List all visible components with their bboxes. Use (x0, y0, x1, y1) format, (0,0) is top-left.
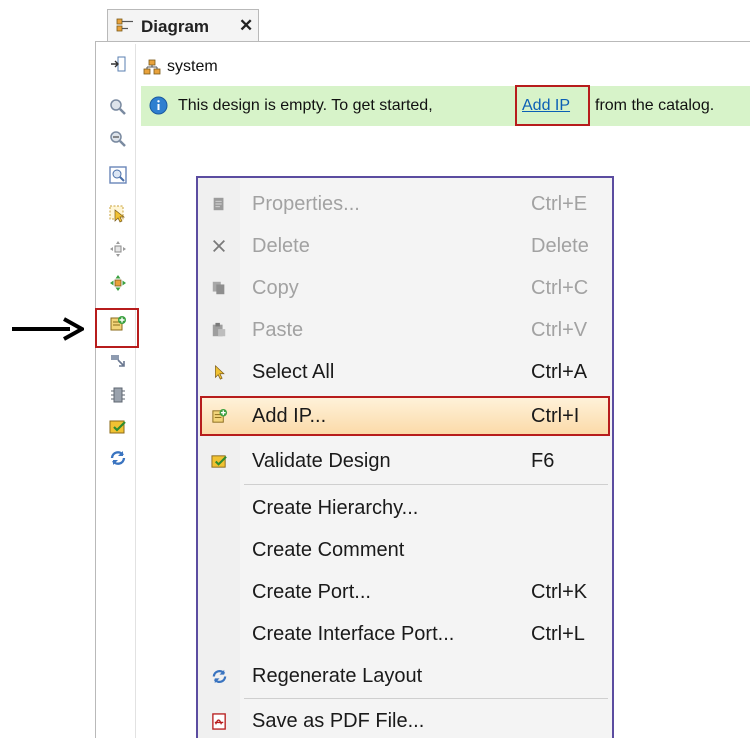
menu-item-shortcut: Ctrl+E (531, 193, 588, 215)
menu-item-label: Create Comment (252, 539, 405, 561)
menu-item-label: Add IP... (252, 405, 327, 427)
diagram-icon (116, 18, 133, 32)
breadcrumb[interactable]: system (143, 56, 218, 78)
menu-item-create-hierarchy[interactable]: Create Hierarchy... (200, 488, 610, 528)
menu-item-delete[interactable]: Delete Delete (200, 226, 610, 266)
breadcrumb-label: system (167, 58, 218, 75)
select-area-icon[interactable] (108, 204, 128, 224)
close-icon[interactable]: ✕ (239, 16, 253, 36)
menu-item-shortcut: F6 (531, 450, 555, 472)
zoom-fit-icon[interactable] (108, 165, 128, 185)
delete-icon (210, 237, 228, 255)
move-icon[interactable] (108, 239, 128, 259)
context-menu: Properties... Ctrl+E Delete Delete Copy … (196, 176, 614, 738)
make-external-icon[interactable] (108, 350, 128, 370)
menu-item-label: Copy (252, 277, 299, 299)
hierarchy-icon (143, 59, 161, 75)
paste-icon (210, 321, 228, 339)
add-ip-icon (210, 407, 228, 425)
menu-item-shortcut: Ctrl+I (531, 405, 580, 427)
menu-item-shortcut: Ctrl+K (531, 581, 588, 603)
menu-item-label: Paste (252, 319, 304, 341)
menu-item-shortcut: Ctrl+L (531, 623, 585, 645)
menu-item-label: Select All (252, 361, 335, 383)
menu-item-create-port[interactable]: Create Port... Ctrl+K (200, 572, 610, 612)
menu-item-shortcut: Ctrl+V (531, 319, 588, 341)
menu-item-shortcut: Delete (531, 235, 589, 257)
menu-item-validate-design[interactable]: Validate Design F6 (200, 441, 610, 481)
validate-icon[interactable] (108, 417, 128, 437)
add-ip-toolbar-highlight (95, 308, 139, 348)
menu-item-label: Create Port... (252, 581, 371, 603)
pointer-arrow-icon (12, 317, 84, 341)
menu-item-label: Properties... (252, 193, 360, 215)
diagram-tab[interactable]: Diagram ✕ (107, 9, 259, 42)
menu-item-paste[interactable]: Paste Ctrl+V (200, 310, 610, 350)
menu-item-create-interface-port[interactable]: Create Interface Port... Ctrl+L (200, 614, 610, 654)
diagram-toolbar (97, 44, 136, 738)
menu-item-label: Save as PDF File... (252, 710, 425, 732)
menu-item-save-as-pdf[interactable]: Save as PDF File... (200, 701, 610, 741)
validate-icon (210, 452, 228, 470)
run-automation-icon[interactable] (108, 385, 128, 405)
tab-title: Diagram (141, 17, 210, 36)
menu-separator (244, 698, 608, 699)
menu-item-select-all[interactable]: Select All Ctrl+A (200, 352, 610, 392)
banner-message: This design is empty. To get started, (178, 97, 433, 114)
menu-item-label: Regenerate Layout (252, 665, 423, 687)
empty-design-banner: This design is empty. To get started, Ad… (141, 86, 750, 126)
menu-item-label: Create Hierarchy... (252, 497, 419, 519)
menu-item-create-comment[interactable]: Create Comment (200, 530, 610, 570)
zoom-out-icon[interactable] (108, 129, 128, 149)
menu-item-label: Create Interface Port... (252, 623, 455, 645)
menu-item-shortcut: Ctrl+A (531, 361, 588, 383)
menu-item-add-ip[interactable]: Add IP... Ctrl+I (200, 396, 610, 436)
fit-panel-icon[interactable] (108, 54, 128, 74)
info-icon (149, 96, 168, 115)
properties-icon (210, 195, 228, 213)
regenerate-icon[interactable] (108, 448, 128, 468)
menu-item-copy[interactable]: Copy Ctrl+C (200, 268, 610, 308)
panel-left-border (95, 41, 96, 738)
zoom-in-icon[interactable] (108, 97, 128, 117)
add-ip-link-highlight (515, 85, 590, 126)
regenerate-icon (210, 667, 228, 685)
menu-item-shortcut: Ctrl+C (531, 277, 589, 299)
menu-item-label: Validate Design (252, 450, 391, 472)
menu-separator (244, 484, 608, 485)
pdf-icon (210, 712, 228, 730)
autoconnect-icon[interactable] (108, 273, 128, 293)
menu-item-label: Delete (252, 235, 310, 257)
panel-top-border (95, 41, 750, 42)
menu-item-regenerate-layout[interactable]: Regenerate Layout (200, 656, 610, 696)
copy-icon (210, 279, 228, 297)
select-all-icon (210, 363, 228, 381)
banner-message-tail: from the catalog. (595, 97, 715, 114)
menu-item-properties[interactable]: Properties... Ctrl+E (200, 184, 610, 224)
